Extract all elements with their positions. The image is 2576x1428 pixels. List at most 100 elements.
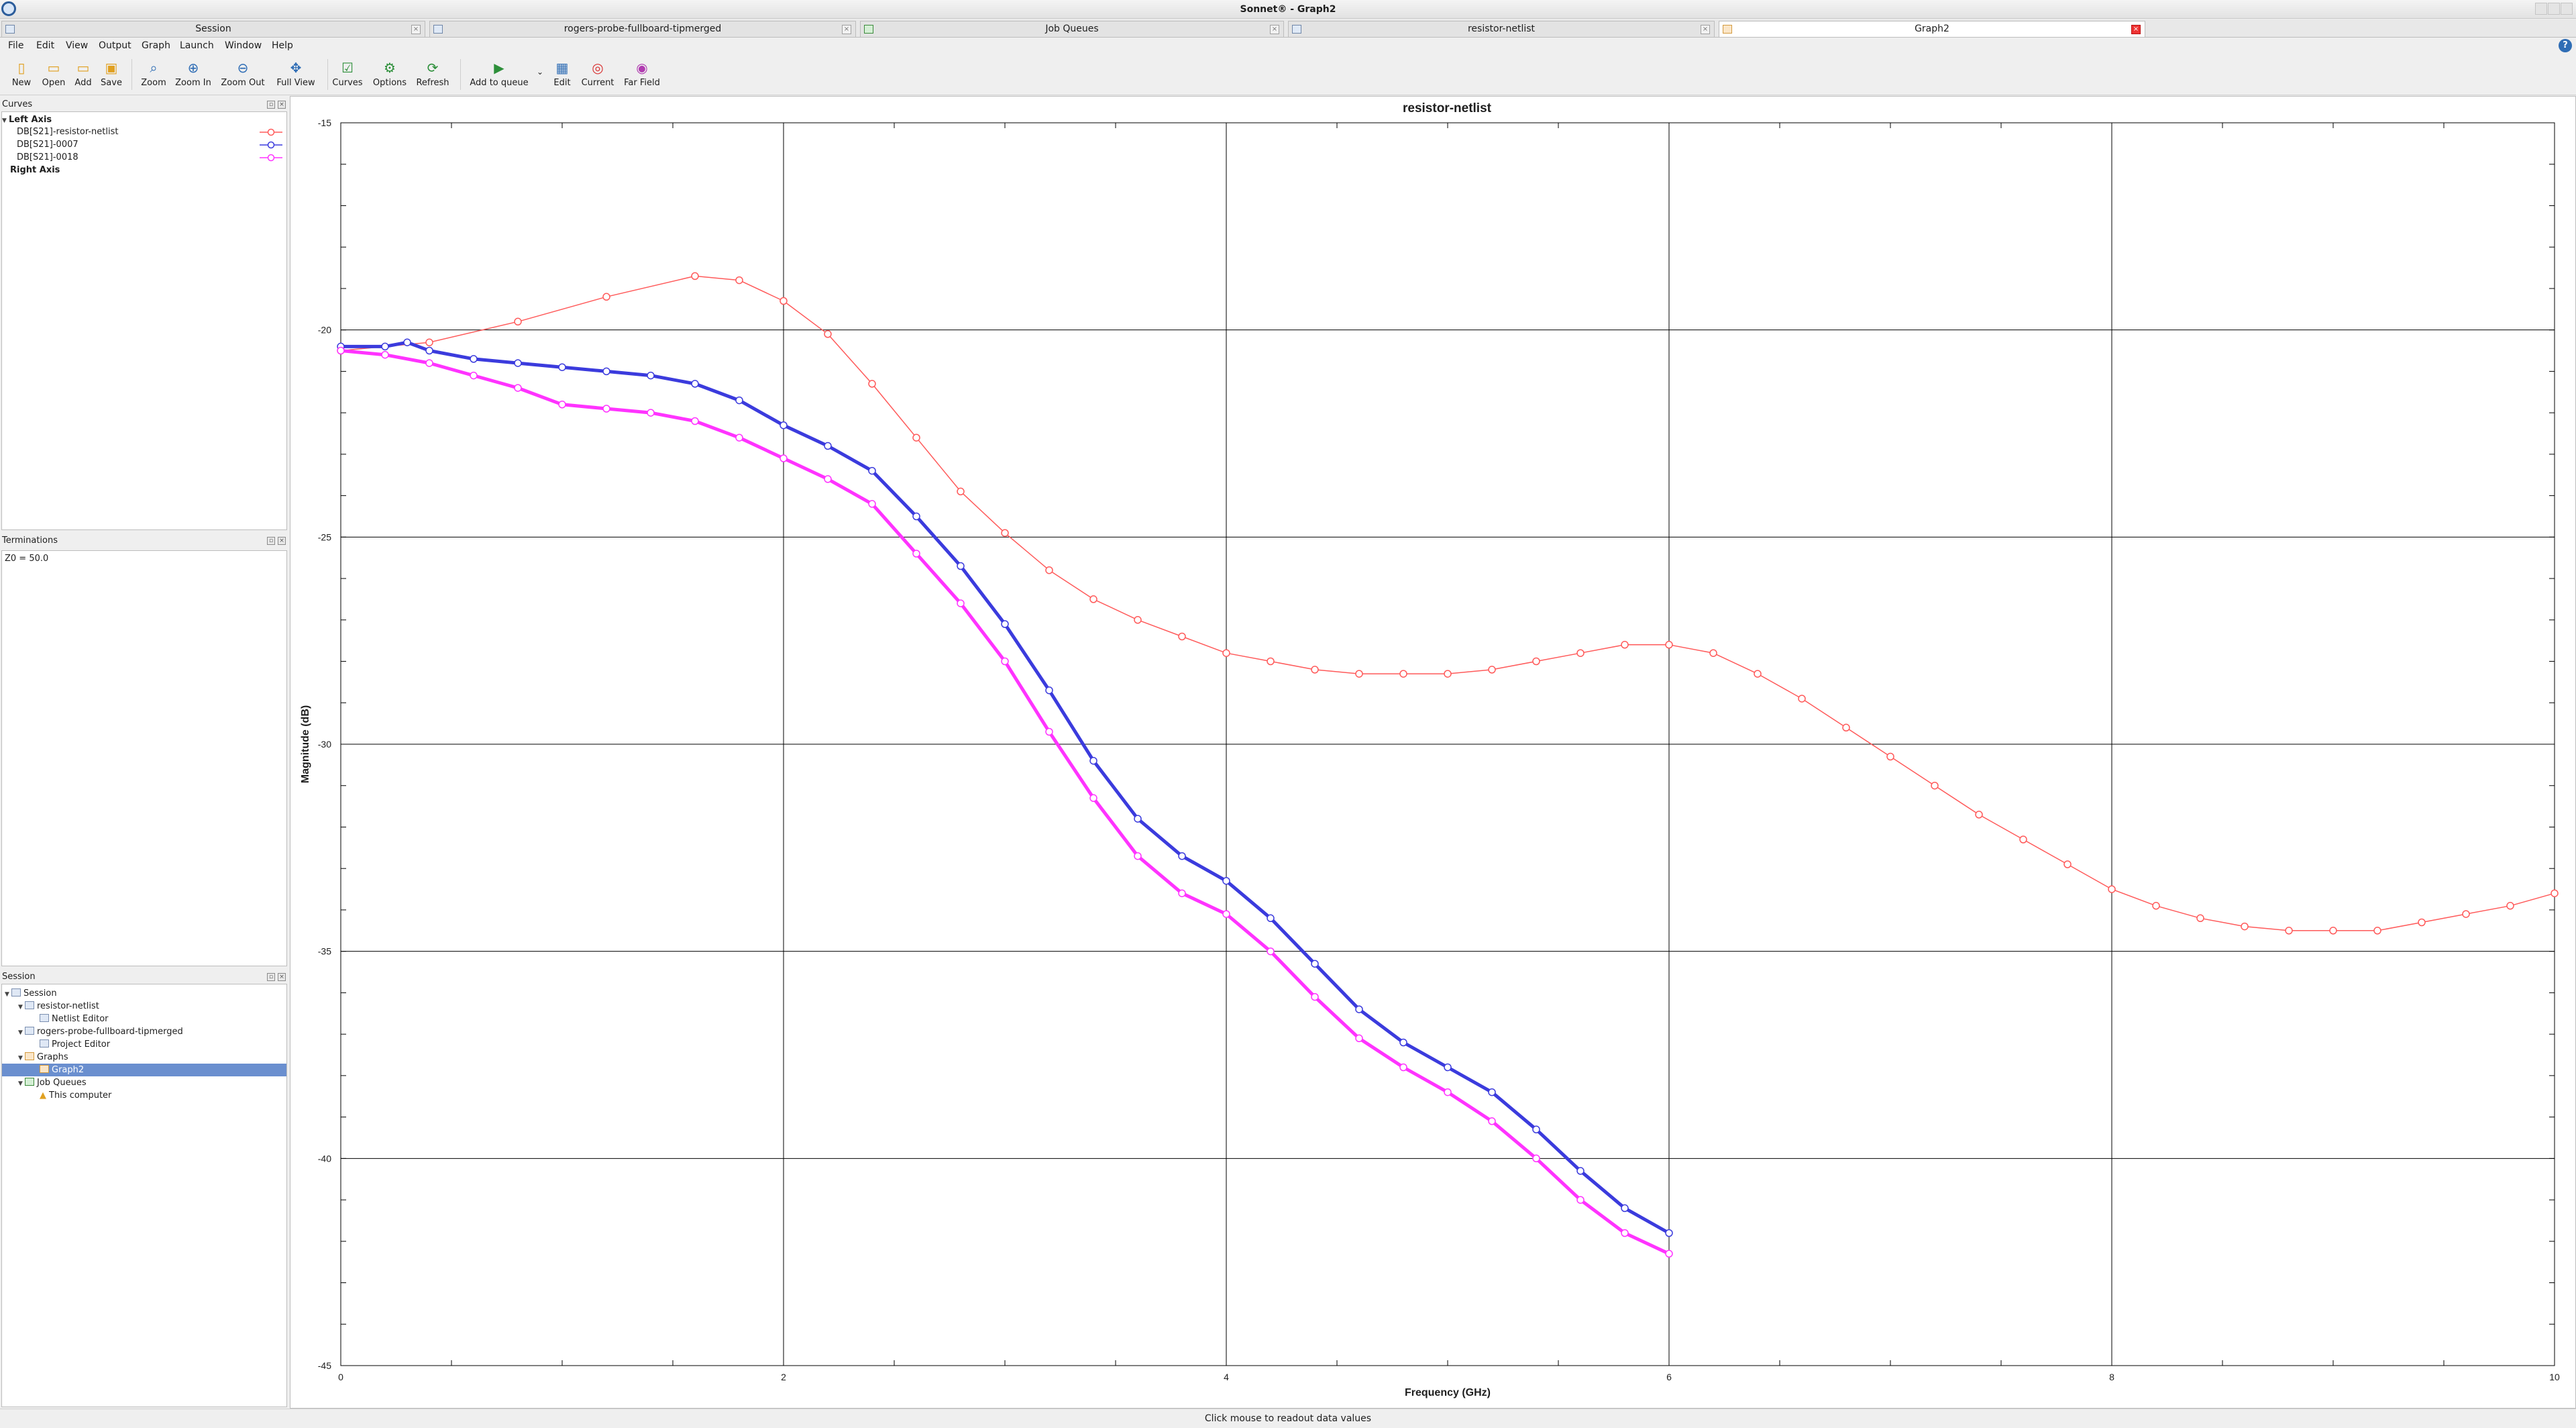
data-point[interactable] (1178, 632, 1186, 641)
data-point[interactable] (1576, 1167, 1585, 1175)
data-point[interactable] (1621, 1229, 1629, 1237)
data-point[interactable] (1045, 686, 1053, 695)
data-point[interactable] (602, 405, 610, 413)
curve-item[interactable]: DB[S21]-0018 (2, 152, 286, 164)
data-point[interactable] (1576, 1196, 1585, 1204)
data-point[interactable] (1975, 811, 1983, 819)
close-icon[interactable]: × (2131, 25, 2141, 34)
data-point[interactable] (403, 338, 411, 346)
data-point[interactable] (381, 342, 389, 351)
menu-output[interactable]: Output (99, 38, 131, 53)
tree-node-graphs[interactable]: ▼ Graphs (2, 1051, 286, 1064)
curve-item[interactable]: DB[S21]-0007 (2, 139, 286, 151)
data-point[interactable] (1798, 695, 1806, 703)
expanded-triangle-icon[interactable]: ▼ (2, 115, 9, 127)
data-point[interactable] (1532, 1154, 1540, 1163)
data-point[interactable] (602, 293, 610, 301)
data-point[interactable] (912, 512, 920, 521)
data-point[interactable] (1134, 815, 1142, 823)
tree-node-project-editor[interactable]: Project Editor (2, 1038, 286, 1051)
tree-node-rogers-probe[interactable]: ▼ rogers-probe-fullboard-tipmerged (2, 1025, 286, 1038)
data-point[interactable] (1311, 960, 1319, 968)
data-point[interactable] (425, 338, 433, 346)
data-point[interactable] (1931, 781, 1939, 790)
data-point[interactable] (647, 409, 655, 417)
menu-file[interactable]: File (8, 38, 23, 53)
data-point[interactable] (514, 359, 522, 367)
data-point[interactable] (957, 562, 965, 570)
data-point[interactable] (2196, 914, 2204, 923)
right-axis-node[interactable]: Right Axis (2, 164, 286, 176)
data-point[interactable] (514, 317, 522, 326)
data-point[interactable] (2285, 927, 2293, 935)
data-point[interactable] (2152, 902, 2160, 910)
data-point[interactable] (1001, 529, 1009, 537)
sonnet-app-icon[interactable] (1, 1, 16, 16)
tab-resistor-netlist[interactable]: resistor-netlist × (1288, 21, 1715, 37)
data-point[interactable] (1134, 616, 1142, 624)
data-point[interactable] (558, 363, 566, 371)
data-point[interactable] (1311, 666, 1319, 674)
edit-button[interactable]: ▦ Edit (550, 59, 574, 95)
data-point[interactable] (1488, 666, 1496, 674)
minimize-button[interactable] (2534, 3, 2547, 15)
data-point[interactable] (1311, 992, 1319, 1001)
data-point[interactable] (381, 350, 389, 359)
data-point[interactable] (1355, 670, 1363, 678)
curves-button[interactable]: ☑ Curves (329, 59, 366, 95)
tree-node-session[interactable]: ▼ Session (2, 987, 286, 1000)
add-to-queue-button[interactable]: ▶ Add to queue (467, 59, 531, 95)
data-point[interactable] (912, 434, 920, 442)
float-panel-icon[interactable]: ▫ (267, 101, 275, 109)
data-point[interactable] (1267, 657, 1275, 666)
data-point[interactable] (691, 272, 699, 280)
data-point[interactable] (735, 396, 743, 405)
menu-edit[interactable]: Edit (36, 38, 54, 53)
data-point[interactable] (1842, 723, 1850, 732)
data-point[interactable] (337, 346, 345, 355)
data-point[interactable] (1222, 876, 1230, 885)
data-point[interactable] (691, 380, 699, 388)
data-point[interactable] (1045, 566, 1053, 574)
data-point[interactable] (558, 401, 566, 409)
data-point[interactable] (824, 475, 832, 483)
data-point[interactable] (824, 442, 832, 450)
zoom-out-button[interactable]: ⊖ Zoom Out (217, 59, 268, 95)
zoom-in-button[interactable]: ⊕ Zoom In (172, 59, 215, 95)
refresh-button[interactable]: ⟳ Refresh (412, 59, 453, 95)
open-button[interactable]: ▭ Open (38, 59, 70, 95)
graph-view[interactable]: resistor-netlist 0 2 4 6 8 10 -15 -20 -25 -30 -35 -… (290, 96, 2576, 1409)
menu-help[interactable]: Help (272, 38, 293, 53)
data-point[interactable] (2019, 835, 2027, 844)
data-point[interactable] (780, 454, 788, 462)
tab-job-queues[interactable]: Job Queues × (860, 21, 1284, 37)
data-point[interactable] (1399, 670, 1407, 678)
data-point[interactable] (691, 417, 699, 425)
data-point[interactable] (1089, 794, 1097, 803)
data-point[interactable] (1089, 595, 1097, 603)
data-point[interactable] (1222, 649, 1230, 657)
data-point[interactable] (1532, 1125, 1540, 1133)
data-point[interactable] (1178, 852, 1186, 860)
data-point[interactable] (2506, 902, 2514, 910)
data-point[interactable] (514, 384, 522, 392)
data-point[interactable] (868, 466, 876, 475)
current-button[interactable]: ◎ Current (577, 59, 619, 95)
data-point[interactable] (1488, 1117, 1496, 1125)
data-point[interactable] (2063, 860, 2072, 868)
tab-session[interactable]: Session × (1, 21, 425, 37)
s21-magnitude-chart[interactable]: resistor-netlist 0 2 4 6 8 10 -15 -20 -25 -30 -35 -… (290, 97, 2576, 1409)
menu-launch[interactable]: Launch (180, 38, 214, 53)
data-point[interactable] (470, 371, 478, 380)
data-point[interactable] (780, 297, 788, 305)
data-point[interactable] (1532, 657, 1540, 666)
data-point[interactable] (2551, 889, 2559, 897)
data-point[interactable] (1267, 947, 1275, 956)
data-point[interactable] (2418, 918, 2426, 927)
menu-view[interactable]: View (66, 38, 88, 53)
data-point[interactable] (1665, 1250, 1673, 1258)
close-panel-icon[interactable]: × (278, 973, 286, 981)
zoom-button[interactable]: ⌕ Zoom (137, 59, 170, 95)
tab-rogers-probe[interactable]: rogers-probe-fullboard-tipmerged × (429, 21, 856, 37)
data-point[interactable] (1001, 657, 1009, 666)
